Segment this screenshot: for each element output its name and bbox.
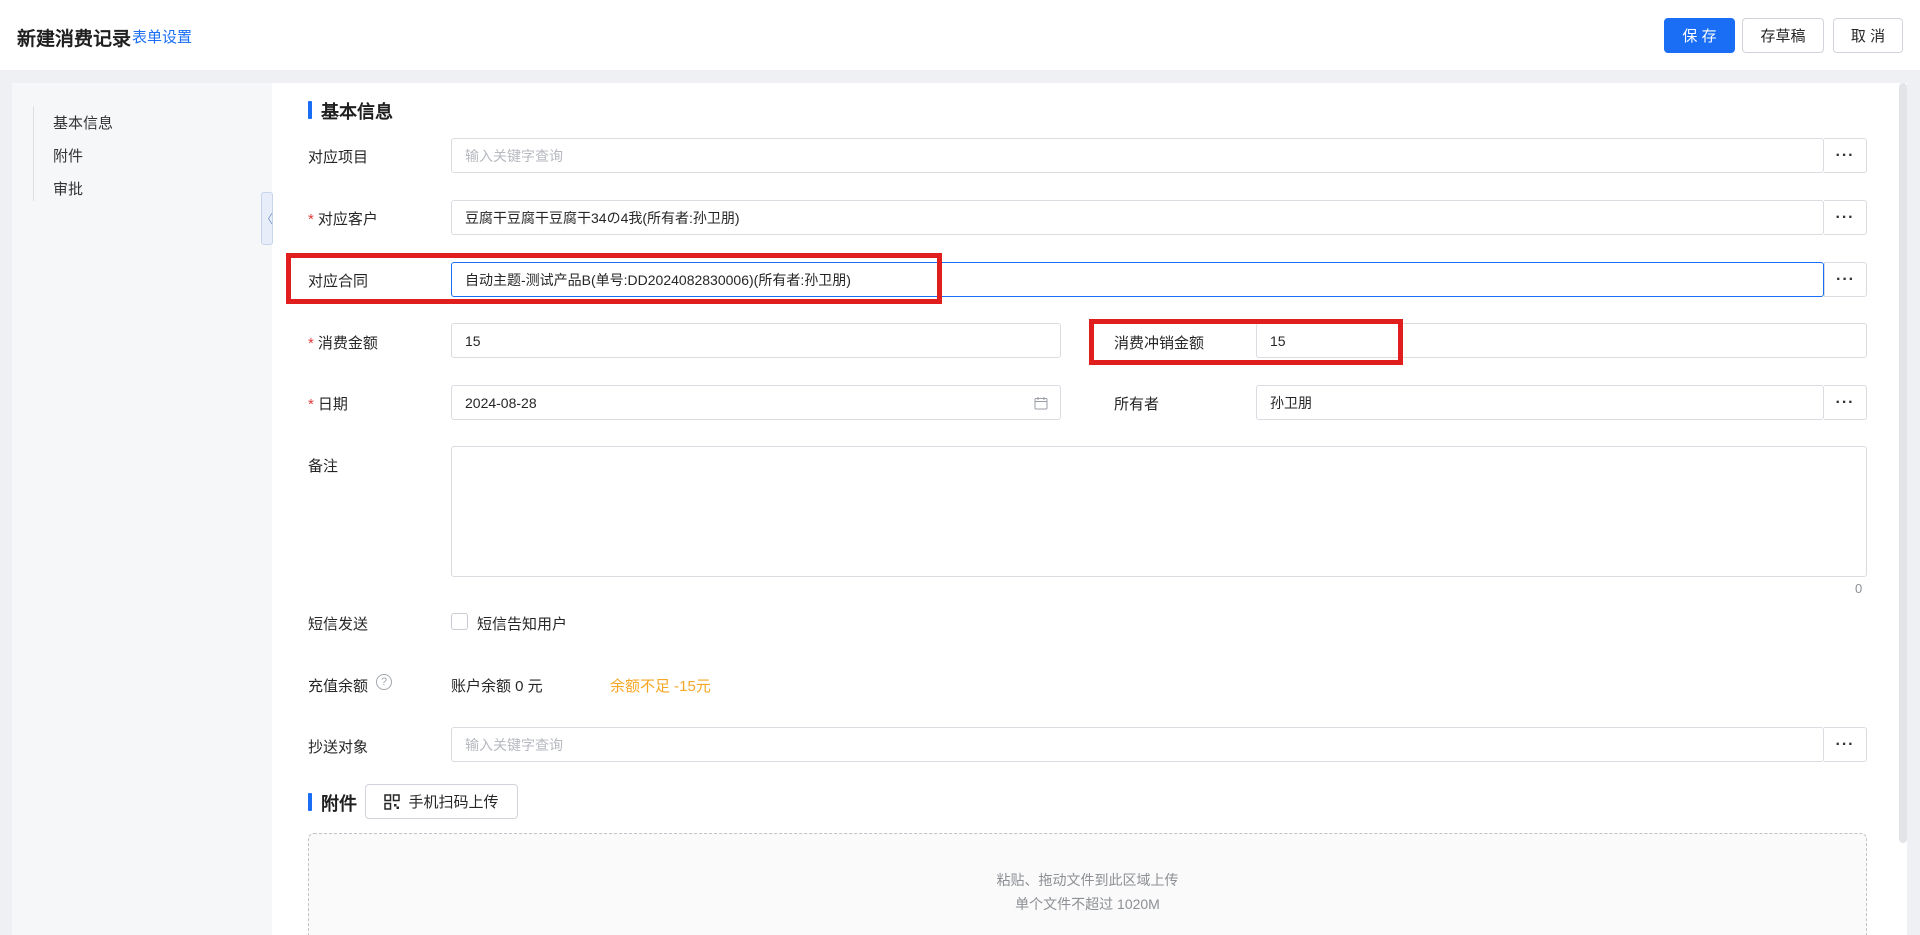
customer-value: 豆腐干豆腐干豆腐干34の4我(所有者:孙卫朋) — [465, 209, 740, 226]
cc-more-button[interactable]: ··· — [1824, 727, 1867, 762]
date-picker[interactable]: 2024-08-28 — [451, 385, 1061, 420]
nav-rail — [33, 106, 34, 201]
chevron-left-icon: 〈 — [261, 212, 274, 226]
offset-amount-input[interactable]: 15 — [1256, 323, 1867, 358]
calendar-icon — [1034, 397, 1048, 410]
section-nav: 基本信息 附件 审批 — [12, 83, 272, 935]
form-settings-link[interactable]: 表单设置 — [132, 26, 192, 47]
cc-placeholder: 输入关键字查询 — [465, 736, 563, 753]
contract-label: 对应合同 — [308, 273, 369, 290]
scan-upload-label: 手机扫码上传 — [408, 794, 499, 811]
remark-label: 备注 — [308, 458, 339, 475]
more-icon: ··· — [1835, 393, 1855, 411]
project-label: 对应项目 — [308, 149, 369, 166]
sms-notify-text[interactable]: 短信告知用户 — [477, 613, 567, 634]
customer-label-text: 对应客户 — [317, 211, 378, 228]
collapse-nav-handle[interactable]: 〈 — [261, 192, 273, 245]
contract-more-button[interactable]: ··· — [1824, 262, 1867, 297]
owner-input[interactable]: 孙卫朋 — [1256, 385, 1824, 420]
section-title-attachments: 附件 — [308, 790, 357, 816]
file-drop-zone[interactable]: 粘贴、拖动文件到此区域上传 单个文件不超过 1020M — [308, 833, 1867, 935]
contract-input[interactable]: 自动主题-测试产品B(单号:DD2024082830006)(所有者:孙卫朋) — [451, 262, 1824, 297]
required-mark: * — [308, 335, 314, 352]
scrollbar[interactable] — [1899, 83, 1907, 843]
project-placeholder: 输入关键字查询 — [465, 147, 563, 164]
save-draft-button[interactable]: 存草稿 — [1742, 18, 1824, 53]
account-balance-text: 账户余额 0 元 — [451, 678, 543, 695]
customer-input[interactable]: 豆腐干豆腐干豆腐干34の4我(所有者:孙卫朋) — [451, 200, 1824, 235]
date-label-text: 日期 — [317, 396, 348, 413]
owner-more-button[interactable]: ··· — [1824, 385, 1867, 420]
customer-more-button[interactable]: ··· — [1824, 200, 1867, 235]
more-icon: ··· — [1835, 208, 1855, 226]
cancel-button[interactable]: 取 消 — [1833, 18, 1903, 53]
nav-item-attachments[interactable]: 附件 — [53, 145, 83, 166]
size-hint-text: 单个文件不超过 1020M — [1015, 896, 1160, 912]
scan-upload-button[interactable]: 手机扫码上传 — [365, 784, 518, 819]
page-title: 新建消费记录 — [17, 29, 132, 50]
project-input[interactable]: 输入关键字查询 — [451, 138, 1824, 173]
nav-item-approval[interactable]: 审批 — [53, 178, 83, 199]
help-icon[interactable]: ? — [376, 674, 392, 690]
cc-input[interactable]: 输入关键字查询 — [451, 727, 1824, 762]
amount-label: * 消费金额 — [308, 332, 378, 353]
sms-notify-checkbox[interactable] — [451, 613, 468, 630]
amount-value: 15 — [465, 332, 481, 349]
balance-label: 充值余额 — [308, 678, 369, 695]
nav-item-basic-info[interactable]: 基本信息 — [53, 112, 113, 133]
page-header: 新建消费记录 表单设置 保 存 存草稿 取 消 — [0, 0, 1920, 70]
section-title-basic-info: 基本信息 — [308, 98, 393, 124]
owner-label: 所有者 — [1114, 396, 1160, 413]
balance-warning: 余额不足 -15元 — [610, 678, 711, 695]
remark-textarea[interactable] — [451, 446, 1867, 577]
more-icon: ··· — [1836, 270, 1855, 288]
amount-label-text: 消费金额 — [317, 335, 378, 352]
offset-amount-label: 消费冲销金额 — [1114, 335, 1205, 352]
sms-label: 短信发送 — [308, 616, 369, 633]
more-icon: ··· — [1835, 146, 1855, 164]
owner-value: 孙卫朋 — [1270, 394, 1312, 411]
required-mark: * — [308, 396, 314, 413]
date-value: 2024-08-28 — [465, 394, 537, 411]
amount-input[interactable]: 15 — [451, 323, 1061, 358]
project-more-button[interactable]: ··· — [1824, 138, 1867, 173]
required-mark: * — [308, 211, 314, 228]
drop-hint-text: 粘贴、拖动文件到此区域上传 — [996, 872, 1179, 888]
save-button[interactable]: 保 存 — [1664, 18, 1735, 53]
contract-value: 自动主题-测试产品B(单号:DD2024082830006)(所有者:孙卫朋) — [465, 271, 851, 288]
date-label: * 日期 — [308, 393, 348, 414]
qr-code-icon — [384, 793, 401, 810]
remark-char-count: 0 — [1855, 581, 1863, 596]
cc-label: 抄送对象 — [308, 739, 369, 756]
more-icon: ··· — [1835, 735, 1855, 753]
offset-amount-value: 15 — [1270, 332, 1286, 349]
customer-label: * 对应客户 — [308, 208, 378, 229]
